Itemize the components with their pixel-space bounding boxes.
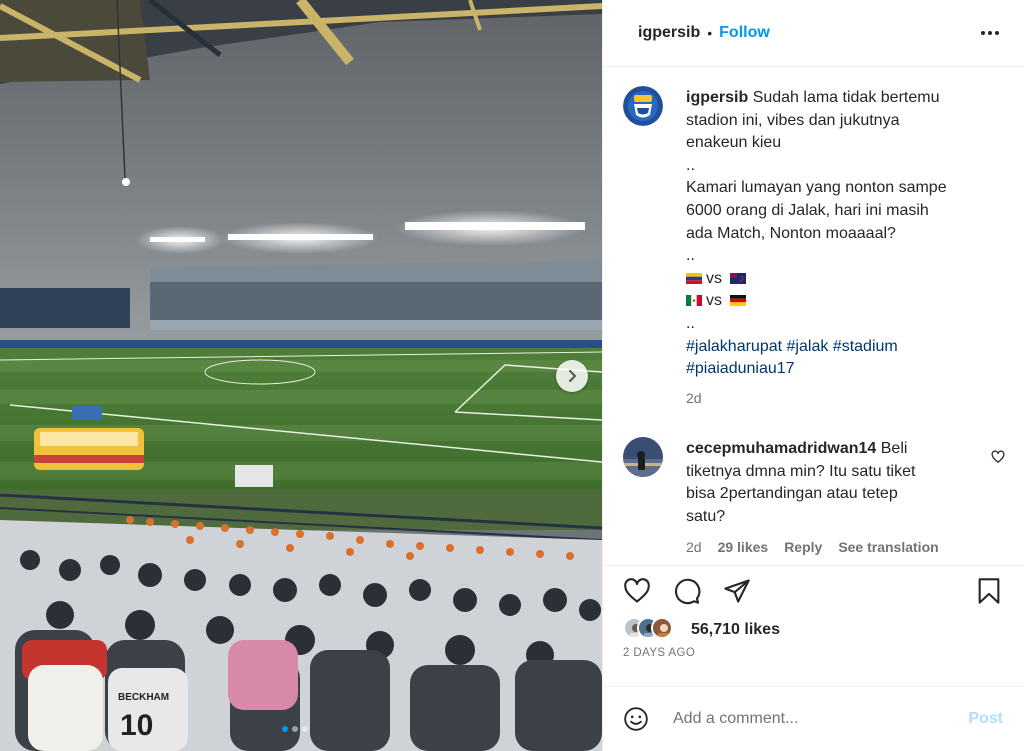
comment-text: tiketnya dmna min? Itu satu tiket [686,462,916,480]
caption-text: Kamari lumayan yang nonton sampe [686,179,947,197]
caption-username[interactable]: igpersib [686,89,748,106]
comment-actions: 2d 29 likes Reply See translation [686,539,939,555]
avatar[interactable] [623,86,663,126]
caption-text: 6000 orang di Jalak, hari ini masih [686,201,929,219]
hashtag-link[interactable]: #piaiaduniau17 [686,360,795,377]
heart-icon[interactable] [623,577,651,610]
post-date[interactable]: 2 DAYS AGO [623,647,695,659]
caption-text: stadion ini, vibes dan jukutnya [686,111,900,129]
carousel-dot [292,726,298,732]
caption-text: .. [686,156,695,174]
svg-text:BECKHAM: BECKHAM [118,692,169,703]
caption-text: ada Match, Nonton moaaaal? [686,224,896,242]
germany-flag-icon [730,295,747,307]
svg-text:10: 10 [120,709,153,742]
caption-text: enakeun kieu [686,134,782,152]
comment-timestamp[interactable]: 2d [686,539,702,555]
comment-text: bisa 2pertandingan atau tetep [686,485,898,503]
hashtag-link[interactable]: #jalak [787,338,829,355]
caption-timestamp[interactable]: 2d [686,387,998,410]
reply-button[interactable]: Reply [784,539,822,555]
emoji-icon[interactable] [623,706,649,737]
more-options-icon[interactable] [979,22,1001,49]
new-zealand-flag-icon [730,272,747,284]
share-icon[interactable] [723,577,751,610]
post-username[interactable]: igpersib [638,24,700,42]
likers-avatars[interactable] [623,617,673,639]
commenter-photo-icon [623,437,663,477]
post-caption: igpersib Sudah lama tidak bertemu stadio… [686,87,998,409]
avatar [651,617,673,639]
comments-section[interactable]: igpersib Sudah lama tidak bertemu stadio… [603,68,1024,564]
chevron-right-icon [569,370,576,382]
mexico-flag-icon [686,295,702,307]
see-translation-button[interactable]: See translation [838,539,938,555]
hashtag-link[interactable]: #stadium [833,338,898,355]
likes-count[interactable]: 56,710 likes [691,621,780,639]
carousel-dots [282,726,308,732]
comment-text: satu? [686,507,726,525]
carousel-dot [302,726,308,732]
next-photo-button[interactable] [556,360,588,392]
post-panel: igpersib • Follow igpersib Sudah lama ti… [602,0,1024,751]
post-photo[interactable]: BECKHAM 10 [0,0,602,751]
post-comment-button[interactable]: Post [968,710,1003,728]
caption-text: .. [686,247,695,265]
avatar[interactable] [623,437,663,477]
caption-text: vs [706,269,722,287]
comment-text: Beli [880,440,908,457]
caption-text: .. [686,314,695,332]
stadium-photo: BECKHAM 10 [0,0,602,751]
caption-text: vs [706,292,722,310]
hashtag-link[interactable]: #jalakharupat [686,338,782,355]
comment-input[interactable] [673,707,953,731]
add-comment-bar: Post [603,686,1024,751]
post-header: igpersib • Follow [603,0,1024,67]
comment-heart-icon[interactable] [991,450,1005,469]
venezuela-flag-icon [686,272,702,284]
caption-text: Sudah lama tidak bertemu [752,89,940,106]
comment-item: cecepmuhamadridwan14 Beli tiketnya dmna … [686,438,976,528]
comment-likes-link[interactable]: 29 likes [718,539,769,555]
header-separator: • [707,25,713,41]
follow-button[interactable]: Follow [719,24,770,42]
carousel-dot [282,726,288,732]
comment-username[interactable]: cecepmuhamadridwan14 [686,440,876,457]
persib-logo-icon [623,86,663,126]
bookmark-icon[interactable] [975,577,1003,610]
comment-icon[interactable] [673,577,701,610]
